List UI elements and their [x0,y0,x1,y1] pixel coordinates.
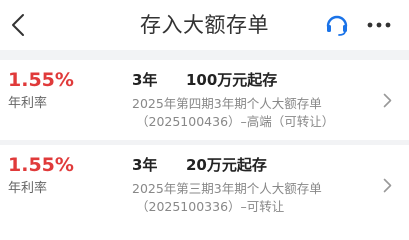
row-arrow[interactable] [380,175,394,195]
product-row[interactable]: 1.55% 年利率 3年 100万元起存 2025年第四期3年期个人大额存单 （… [0,60,409,140]
term: 3年 [132,71,158,89]
annual-rate-label: 年利率 [8,96,48,111]
customer-service-button[interactable] [322,10,352,40]
product-code: （2025100336）–可转让 [136,199,285,214]
product-code: （2025100436）–高端（可转让） [136,114,335,129]
product-name: 2025年第三期3年期个人大额存单 [132,181,322,196]
chevron-right-icon [383,93,391,107]
more-dots-icon [367,22,391,28]
more-button[interactable] [364,10,394,40]
product-row[interactable]: 1.55% 年利率 3年 20万元起存 2025年第三期3年期个人大额存单 （2… [0,145,409,225]
term: 3年 [132,156,158,174]
product-name: 2025年第四期3年期个人大额存单 [132,96,322,111]
headset-icon [326,15,348,36]
annual-rate-label: 年利率 [8,181,48,196]
minimum-deposit: 100万元起存 [186,71,278,89]
annual-rate: 1.55% [8,69,74,91]
header-separator [0,50,409,60]
header-bar: 存入大额存单 [0,0,409,50]
chevron-right-icon [383,178,391,192]
minimum-deposit: 20万元起存 [186,156,267,174]
row-arrow[interactable] [380,90,394,110]
app-screen: 存入大额存单 1.55% 年利率 3年 100万元起存 2025年第四期3年期个… [0,0,409,233]
annual-rate: 1.55% [8,154,74,176]
